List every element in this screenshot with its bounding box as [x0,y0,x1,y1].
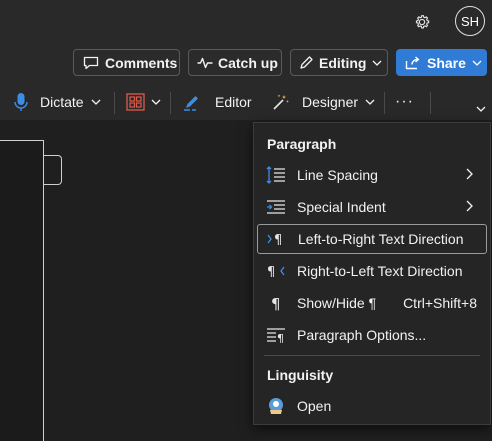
more-options-button[interactable]: ··· [395,88,414,116]
avatar-initials: SH [460,13,480,29]
menu-item-paragraph-options[interactable]: ¶ Paragraph Options... [257,320,487,350]
gear-icon[interactable] [410,10,434,34]
keyboard-shortcut: Ctrl+Shift+8 [403,295,477,311]
chevron-down-icon [476,106,486,112]
menu-item-special-indent[interactable]: Special Indent [257,192,487,222]
chevron-right-icon [466,167,473,183]
toolbar-divider [430,92,431,114]
toolbar-divider [114,92,115,114]
menu-item-ltr-direction[interactable]: ¶ Left-to-Right Text Direction [257,224,487,254]
document-frame-box [44,155,62,185]
comments-label: Comments [105,54,178,71]
chevron-down-icon [365,99,375,105]
rtl-direction-icon: ¶ [265,263,287,279]
ribbon-toolbar: Dictate Editor Designer ··· [0,88,492,116]
share-button[interactable]: Share [396,49,487,76]
menu-item-rtl-direction[interactable]: ¶ Right-to-Left Text Direction [257,256,487,286]
paragraph-options-icon: ¶ [265,327,287,343]
chevron-down-icon [151,99,161,105]
menu-item-label: Line Spacing [297,167,378,183]
paragraph-section-header: Paragraph [267,136,337,152]
line-spacing-icon [265,166,287,184]
designer-label: Designer [302,94,359,110]
pilcrow-icon: ¶ [265,295,287,311]
menu-item-line-spacing[interactable]: Line Spacing [257,160,487,190]
menu-divider [264,355,480,356]
more-options-label: ··· [395,93,414,110]
chevron-down-icon [91,99,101,105]
chevron-down-icon [372,60,382,66]
svg-text:¶: ¶ [277,332,284,343]
menu-item-label: Special Indent [297,199,386,215]
editor-label: Editor [215,94,252,110]
menu-item-label: Paragraph Options... [297,327,427,343]
overflow-menu: Paragraph Line Spacing Special Indent ¶ … [253,122,491,425]
linguisity-app-icon [265,397,287,415]
designer-button[interactable]: Designer [272,88,375,116]
layout-grid-button[interactable] [126,88,161,116]
magic-wand-icon [272,93,290,111]
chevron-right-icon [466,199,473,215]
editing-mode-button[interactable]: Editing [290,49,388,76]
menu-item-label: Left-to-Right Text Direction [298,231,464,247]
menu-item-open-linguisity[interactable]: Open [257,391,487,421]
svg-text:¶: ¶ [267,265,275,279]
special-indent-icon [265,199,287,215]
ltr-direction-icon: ¶ [266,231,288,247]
dictate-label: Dictate [40,94,84,110]
editor-pen-icon [183,93,203,111]
share-icon [405,55,421,70]
catch-up-button[interactable]: Catch up [188,49,282,76]
share-label: Share [427,54,466,71]
editing-label: Editing [319,54,367,71]
avatar[interactable]: SH [455,6,485,36]
linguisity-section-header: Linguisity [267,367,334,383]
comments-button[interactable]: Comments [73,49,180,76]
ribbon-expand-button[interactable] [476,102,486,116]
svg-text:¶: ¶ [274,233,282,247]
dictate-button[interactable]: Dictate [14,88,101,116]
menu-item-show-hide[interactable]: ¶ Show/Hide ¶ Ctrl+Shift+8 [257,288,487,318]
pencil-icon [299,55,314,70]
toolbar-divider [170,92,171,114]
pulse-icon [197,57,213,69]
menu-item-label: Right-to-Left Text Direction [297,263,463,279]
grid-layout-icon [126,93,145,111]
menu-item-label: Show/Hide ¶ [297,295,377,311]
comment-icon [83,56,99,70]
menu-item-label: Open [297,398,332,414]
svg-text:¶: ¶ [271,295,281,311]
document-page-edge [0,140,44,441]
toolbar-divider [384,92,385,114]
catch-up-label: Catch up [218,54,278,71]
editor-button[interactable]: Editor [183,88,252,116]
microphone-icon [14,92,28,112]
chevron-down-icon [472,60,482,66]
